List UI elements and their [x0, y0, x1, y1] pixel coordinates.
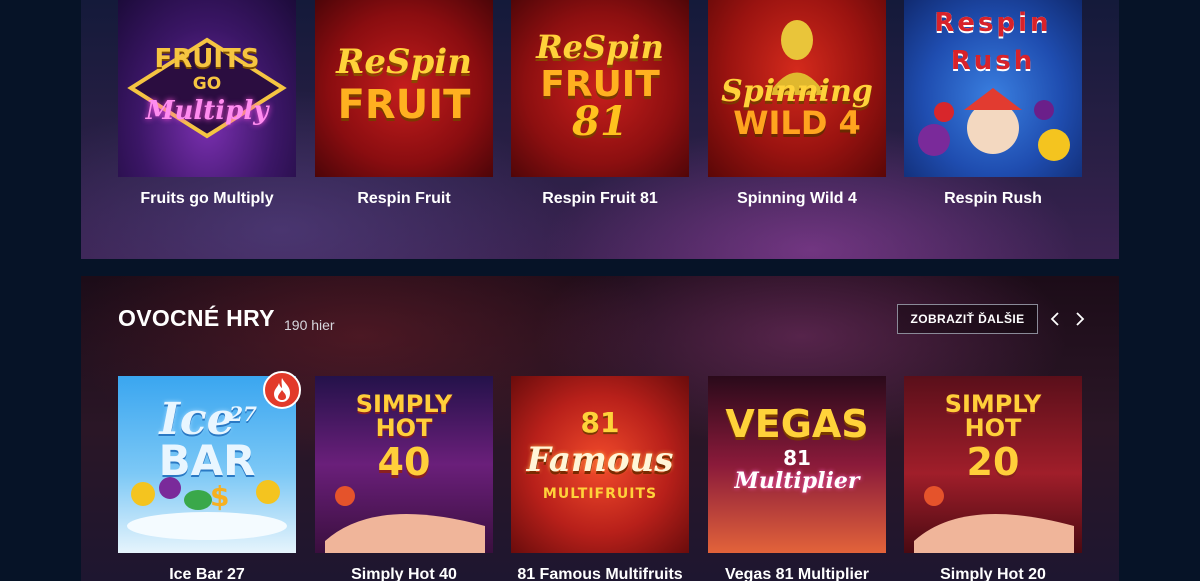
- game-title[interactable]: Respin Rush: [904, 190, 1082, 208]
- fruit-games-section: OVOCNÉ HRY 190 hier ZOBRAZIŤ ĎALŠIE Ice …: [81, 276, 1119, 581]
- game-logo-line: FRUITS: [154, 44, 260, 74]
- game-title[interactable]: 81 Famous Multifruits: [511, 566, 689, 581]
- game-logo-line: 81: [572, 98, 628, 145]
- game-logo-line: ReSpin: [336, 42, 472, 82]
- game-thumbnail[interactable]: VEGAS 81 Multiplier: [708, 376, 886, 553]
- game-logo-line: MULTIFRUITS: [542, 486, 658, 502]
- jester-fruits: [918, 88, 1070, 161]
- game-logo-line: Multiply: [145, 96, 269, 126]
- game-card[interactable]: VEGAS 81 Multiplier Vegas 81 Multiplier: [708, 376, 886, 581]
- game-thumbnail[interactable]: ReSpin FRUIT: [315, 0, 493, 177]
- game-card[interactable]: ReSpin FRUIT 81 Respin Fruit 81: [511, 0, 689, 207]
- game-title[interactable]: Vegas 81 Multiplier: [708, 566, 886, 581]
- game-logo-line: FRUIT: [337, 82, 471, 128]
- chevron-left-icon[interactable]: [1046, 310, 1064, 328]
- game-thumbnail[interactable]: 81 Famous MULTIFRUITS: [511, 376, 689, 553]
- game-thumbnail[interactable]: Respin Rush: [904, 0, 1082, 177]
- character-art: [914, 486, 1074, 553]
- game-title[interactable]: Respin Fruit 81: [511, 190, 689, 208]
- game-card[interactable]: FRUITS GO Multiply Fruits go Multiply: [118, 0, 296, 207]
- game-thumbnail[interactable]: SIMPLY HOT 40: [315, 376, 493, 553]
- game-logo-line: GO: [192, 74, 222, 94]
- game-logo-line: VEGAS: [725, 402, 869, 446]
- game-logo-line: Famous: [526, 440, 674, 480]
- show-more-button[interactable]: ZOBRAZIŤ ĎALŠIE: [897, 304, 1038, 334]
- game-logo-line: ReSpin: [536, 28, 664, 66]
- hot-badge: [263, 371, 301, 409]
- character-art: [325, 486, 485, 553]
- game-title[interactable]: Simply Hot 20: [904, 566, 1082, 581]
- game-card[interactable]: Respin Rush Respin Rush: [904, 0, 1082, 207]
- game-card[interactable]: SIMPLY HOT 40 Simply Hot 40: [315, 376, 493, 581]
- game-title[interactable]: Ice Bar 27: [118, 566, 296, 581]
- game-card[interactable]: SIMPLY HOT 20 Simply Hot 20: [904, 376, 1082, 581]
- game-logo-line: 81: [783, 446, 811, 470]
- chevron-right-icon[interactable]: [1071, 310, 1089, 328]
- game-thumbnail[interactable]: Spinning WILD 4: [708, 0, 886, 177]
- game-title[interactable]: Spinning Wild 4: [708, 190, 886, 208]
- top-games-panel: FRUITS GO Multiply Fruits go Multiply Re…: [81, 0, 1119, 259]
- game-card[interactable]: Spinning WILD 4 Spinning Wild 4: [708, 0, 886, 207]
- game-title[interactable]: Fruits go Multiply: [118, 190, 296, 208]
- section-title: OVOCNÉ HRY: [118, 305, 275, 331]
- game-thumbnail[interactable]: FRUITS GO Multiply: [118, 0, 296, 177]
- game-count: 190 hier: [284, 317, 335, 333]
- game-title[interactable]: Respin Fruit: [315, 190, 493, 208]
- game-thumbnail[interactable]: SIMPLY HOT 20: [904, 376, 1082, 553]
- svg-text:$: $: [210, 480, 229, 513]
- game-thumbnail[interactable]: ReSpin FRUIT 81: [511, 0, 689, 177]
- game-logo-line: WILD 4: [733, 104, 861, 142]
- game-title[interactable]: Simply Hot 40: [315, 566, 493, 581]
- game-logo-line: Multiplier: [734, 468, 860, 494]
- game-card[interactable]: 81 Famous MULTIFRUITS 81 Famous Multifru…: [511, 376, 689, 581]
- game-logo-line: 81: [580, 406, 620, 439]
- flame-icon: [274, 378, 290, 402]
- game-card[interactable]: Ice 27 BAR $ Ice Bar 27: [118, 371, 301, 581]
- game-card[interactable]: ReSpin FRUIT Respin Fruit: [315, 0, 493, 207]
